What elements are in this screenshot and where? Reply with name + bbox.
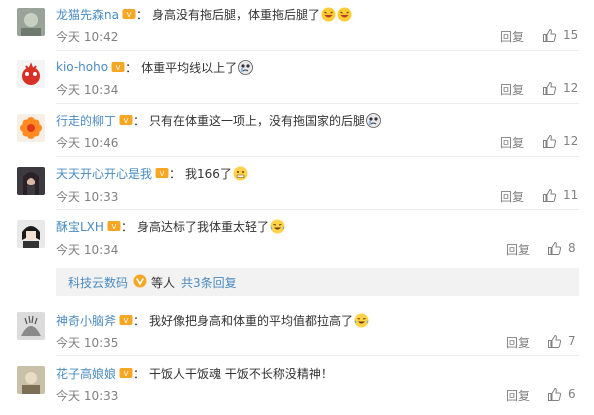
grimace-emoji-icon xyxy=(233,166,248,181)
username[interactable]: kio-hoho xyxy=(56,60,108,74)
divider xyxy=(56,103,579,104)
like-count: 11 xyxy=(563,188,579,202)
comment-text: 身高没有拖后腿，体重拖后腿了 xyxy=(151,7,320,22)
like-count: 12 xyxy=(563,81,579,95)
like-button[interactable]: 8 xyxy=(547,240,576,256)
svg-text:V: V xyxy=(160,170,165,178)
like-button[interactable]: 12 xyxy=(542,133,578,149)
sub-reply-username[interactable]: 科技云数码 xyxy=(68,274,128,291)
reply-button[interactable]: 回复 xyxy=(506,241,530,258)
comment-text: 身高达标了我体重太轻了 xyxy=(136,219,269,234)
avatar[interactable] xyxy=(17,312,45,340)
thumbs-up-icon xyxy=(542,81,557,96)
vip-badge-icon: V xyxy=(155,166,169,180)
colon-separator: ： xyxy=(133,113,146,128)
like-count: 6 xyxy=(568,387,576,401)
like-button[interactable]: 11 xyxy=(542,187,578,203)
svg-text:V: V xyxy=(116,64,121,72)
svg-text:V: V xyxy=(124,317,129,325)
view-replies-link[interactable]: 共3条回复 xyxy=(181,274,237,291)
timestamp: 今天 10:35 xyxy=(56,336,119,350)
vip-badge-icon: V xyxy=(119,113,133,127)
divider xyxy=(56,355,579,356)
like-count: 15 xyxy=(563,28,579,42)
colon-separator: ： xyxy=(125,60,138,75)
reply-button[interactable]: 回复 xyxy=(500,81,524,98)
svg-text:V: V xyxy=(124,117,129,125)
timestamp: 今天 10:34 xyxy=(56,83,119,97)
timestamp: 今天 10:33 xyxy=(56,389,119,403)
avatar[interactable] xyxy=(17,167,45,195)
laugh-tears-emoji-icon xyxy=(354,313,369,328)
like-count: 12 xyxy=(563,134,579,148)
like-count: 8 xyxy=(568,241,576,255)
laugh-tears-emoji-icon xyxy=(270,219,285,234)
like-button[interactable]: 12 xyxy=(542,80,578,96)
vip-badge-icon: V xyxy=(111,60,125,74)
username[interactable]: 酥宝LXH xyxy=(56,218,104,235)
reply-button[interactable]: 回复 xyxy=(506,334,530,351)
username[interactable]: 龙猫先森na xyxy=(56,6,119,23)
colon-separator: ： xyxy=(133,313,146,328)
reply-button[interactable]: 回复 xyxy=(500,188,524,205)
username[interactable]: 神奇小脑斧 xyxy=(56,312,116,329)
thumbs-up-icon xyxy=(547,241,562,256)
like-button[interactable]: 7 xyxy=(547,333,576,349)
crying-emoji-icon xyxy=(366,112,381,128)
comment-text: 体重平均线以上了 xyxy=(141,60,238,75)
svg-text:V: V xyxy=(112,223,117,231)
svg-text:V: V xyxy=(127,11,132,19)
timestamp: 今天 10:42 xyxy=(56,30,119,44)
avatar[interactable] xyxy=(17,366,45,394)
like-count: 7 xyxy=(568,334,576,348)
avatar[interactable] xyxy=(17,8,45,36)
like-button[interactable]: 6 xyxy=(547,386,576,402)
reply-button[interactable]: 回复 xyxy=(500,28,524,45)
colon-separator: ： xyxy=(169,166,182,181)
thumbs-up-icon xyxy=(547,387,562,402)
vip-badge-icon: V xyxy=(119,366,133,380)
sub-replies-bar[interactable]: 科技云数码 等人 共3条回复 xyxy=(56,268,579,296)
sub-reply-etc-text: 等人 xyxy=(151,275,176,290)
avatar[interactable] xyxy=(17,114,45,142)
colon-separator: ： xyxy=(135,7,148,22)
username[interactable]: 花子高娘娘 xyxy=(56,365,116,382)
vip-badge-icon: V xyxy=(119,313,133,327)
avatar[interactable] xyxy=(17,60,45,88)
laugh-cry-emoji-icon xyxy=(321,7,336,22)
comment-text: 只有在体重这一项上，没有拖国家的后腿 xyxy=(149,113,366,128)
verified-v-icon xyxy=(133,274,147,291)
colon-separator: ： xyxy=(120,219,133,234)
colon-separator: ： xyxy=(133,366,146,381)
divider xyxy=(56,50,579,51)
username[interactable]: 行走的柳丁 xyxy=(56,112,116,129)
username[interactable]: 天天开心开心是我 xyxy=(56,165,152,182)
like-button[interactable]: 15 xyxy=(542,27,578,43)
divider xyxy=(56,156,579,157)
timestamp: 今天 10:34 xyxy=(56,243,119,257)
crying-emoji-icon xyxy=(238,59,254,75)
thumbs-up-icon xyxy=(542,188,557,203)
vip-badge-icon: V xyxy=(107,219,121,233)
thumbs-up-icon xyxy=(547,334,562,349)
vip-badge-icon: V xyxy=(122,7,136,21)
timestamp: 今天 10:46 xyxy=(56,136,119,150)
laugh-cry-emoji-icon xyxy=(337,7,352,22)
svg-text:V: V xyxy=(124,370,129,378)
comment-text: 我好像把身高和体重的平均值都拉高了 xyxy=(149,313,354,328)
reply-button[interactable]: 回复 xyxy=(506,387,530,404)
thumbs-up-icon xyxy=(542,28,557,43)
divider xyxy=(56,209,579,210)
avatar[interactable] xyxy=(17,220,45,248)
timestamp: 今天 10:33 xyxy=(56,190,119,204)
comment-text: 干饭人干饭魂 干饭不长称没精神！ xyxy=(149,366,333,381)
thumbs-up-icon xyxy=(542,134,557,149)
reply-button[interactable]: 回复 xyxy=(500,134,524,151)
comment-text: 我166了 xyxy=(185,166,232,181)
